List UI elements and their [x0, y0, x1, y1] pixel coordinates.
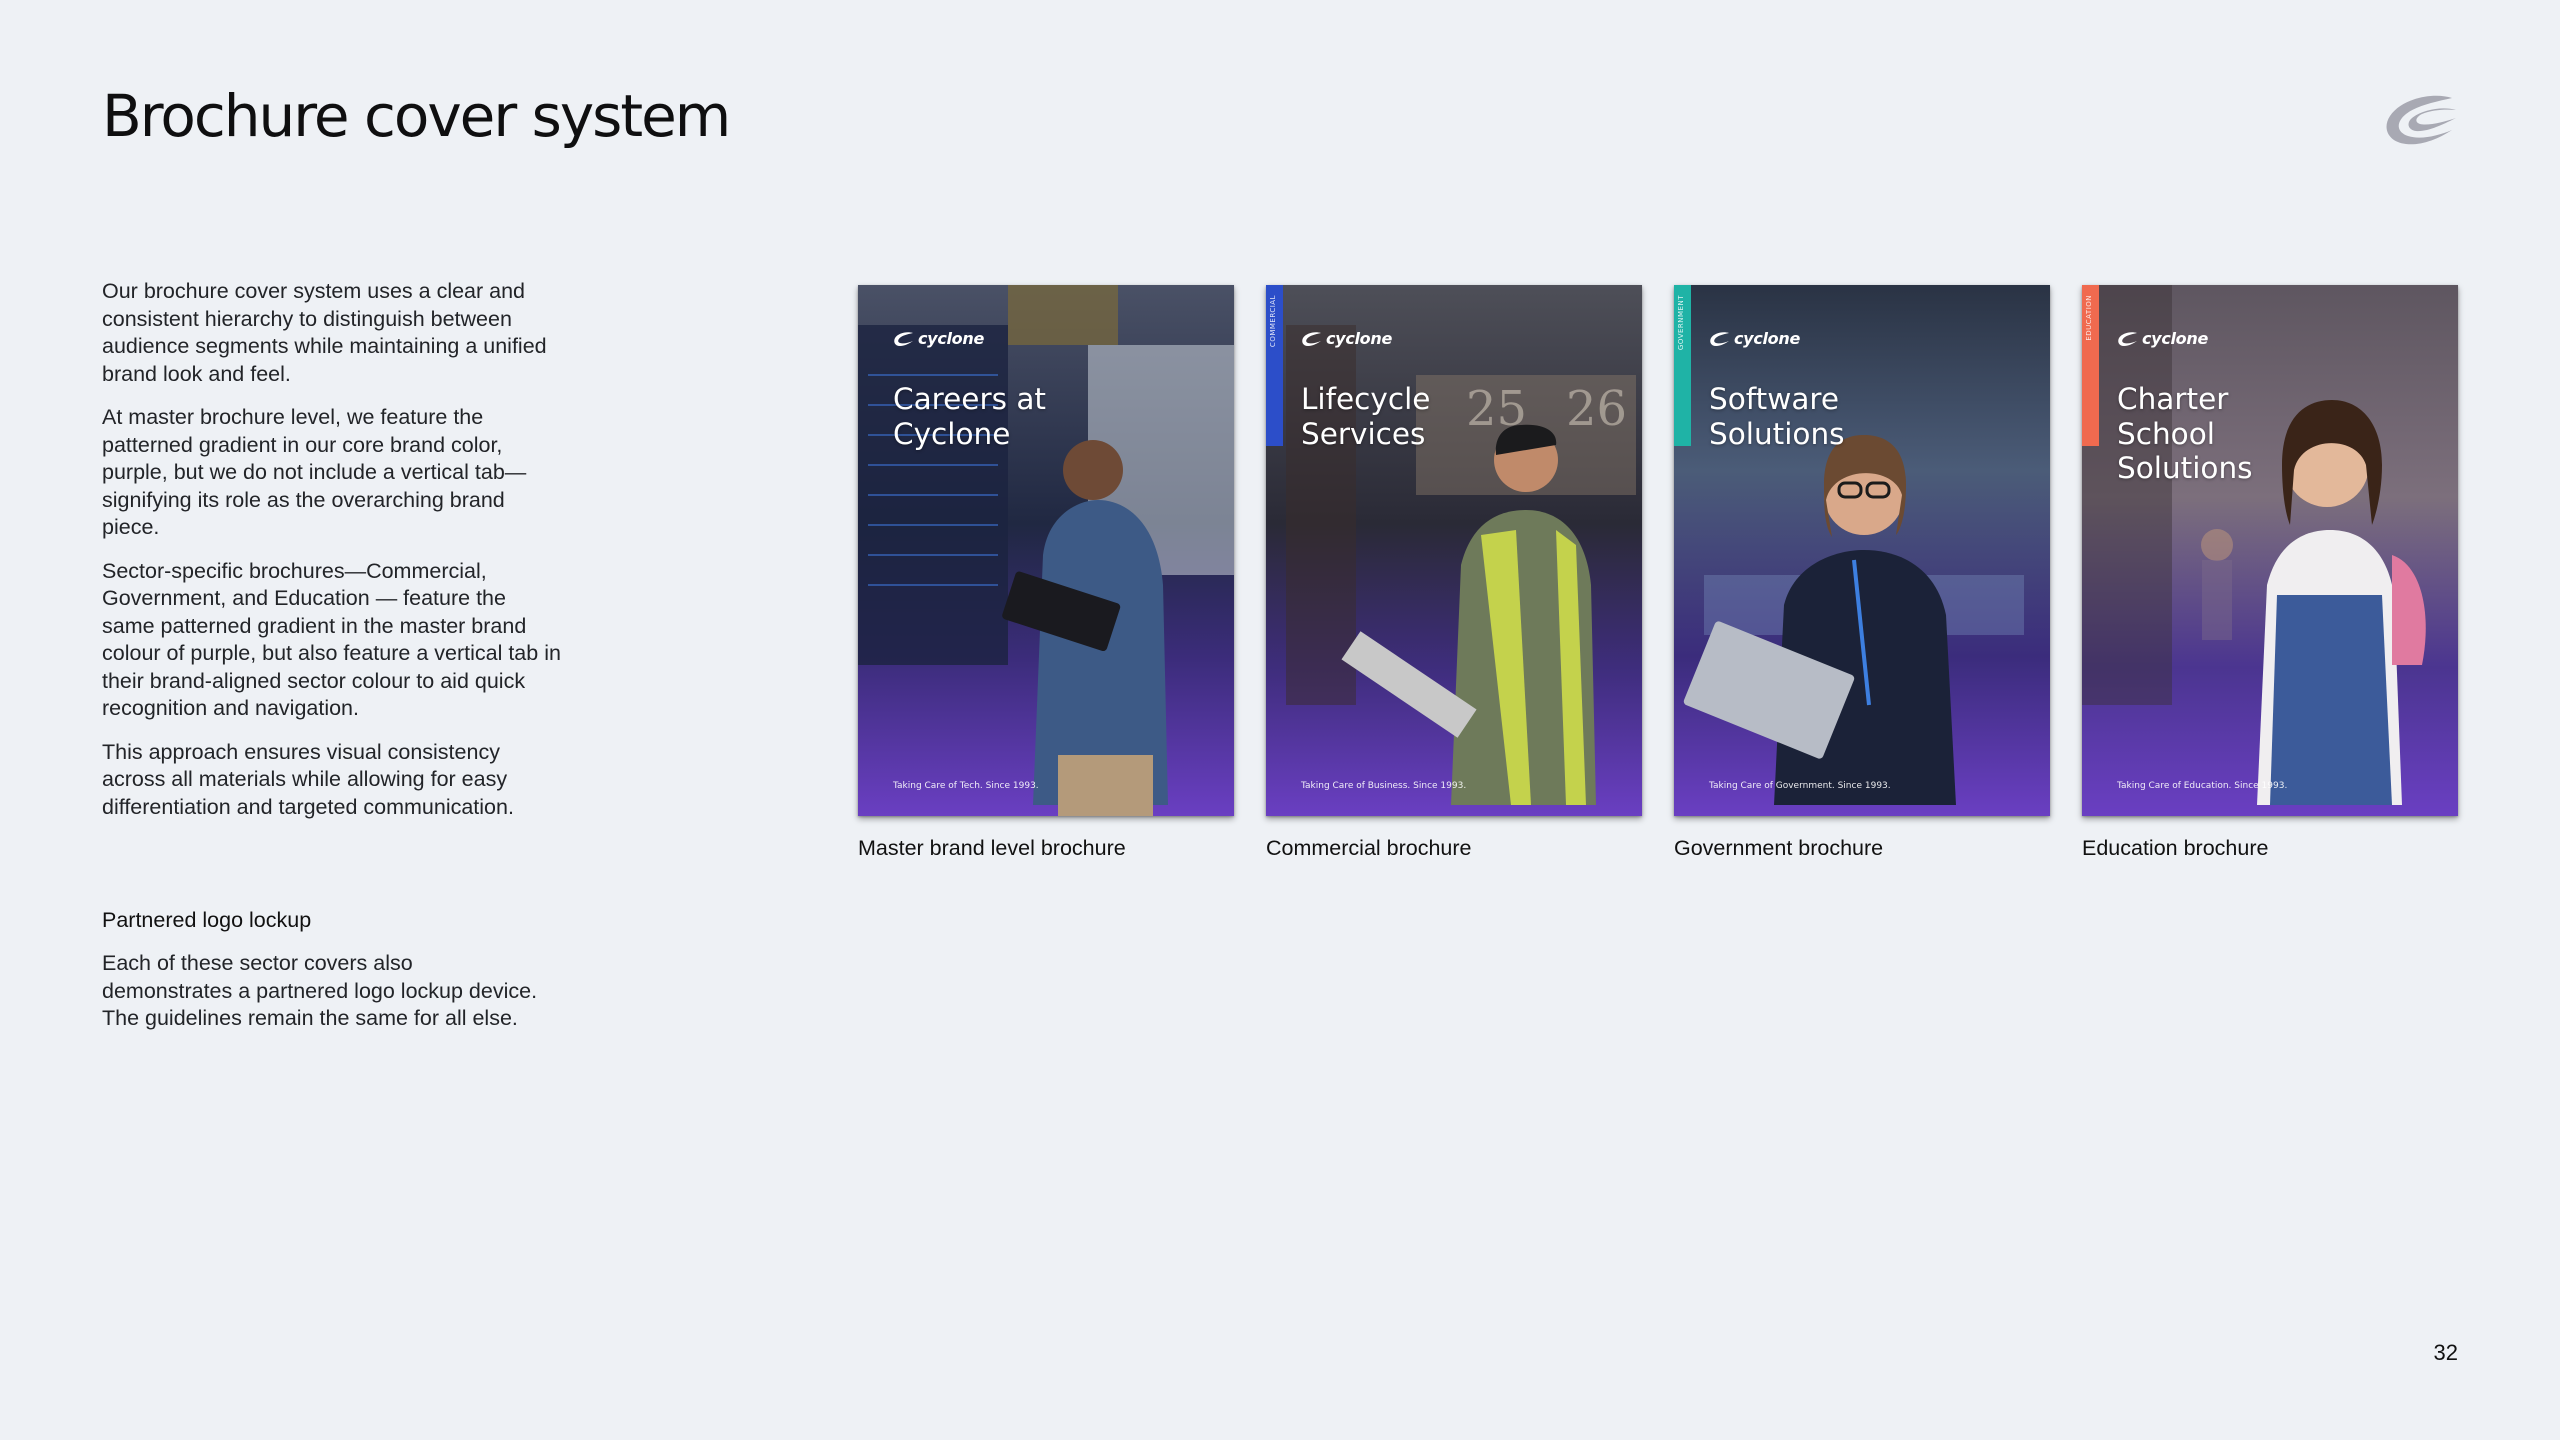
cover-tagline: Taking Care of Education. Since 1993.: [2117, 781, 2288, 791]
cover-logo-text: cyclone: [918, 329, 985, 348]
partnered-logo-heading: Partnered logo lockup: [102, 908, 312, 932]
sector-tab: EDUCATION: [2082, 285, 2099, 446]
partnered-logo-body: Each of these sector covers also demonst…: [102, 951, 538, 1030]
brochure-cover: cyclone Careers at Cyclone Taking Care o…: [858, 285, 1234, 816]
cover-title-line: Charter: [2117, 382, 2229, 416]
intro-paragraph: This approach ensures visual consistency…: [102, 739, 514, 819]
cover-photo-server-room: [858, 285, 1234, 816]
cover-title-line: Solutions: [2117, 451, 2253, 485]
cover-title-line: Careers at: [893, 382, 1046, 416]
brochure-card-government: GOVERNMENT cyclone Software Solutions Ta…: [1674, 285, 2050, 860]
brochure-card-education: EDUCATION cyclone Charter School Solutio…: [2082, 285, 2458, 860]
cyclone-swirl-icon: [1710, 331, 1729, 346]
brochure-caption: Master brand level brochure: [858, 836, 1126, 860]
cover-title-line: School: [2117, 416, 2215, 451]
cover-photo-warehouse: 25 26: [1266, 285, 1642, 816]
brochure-card-master: cyclone Careers at Cyclone Taking Care o…: [858, 285, 1234, 860]
sector-tab-label: EDUCATION: [2085, 295, 2093, 341]
sector-tab-label: GOVERNMENT: [1677, 295, 1685, 351]
brochure-caption: Commercial brochure: [1266, 836, 1472, 860]
cover-logo-text: cyclone: [1326, 329, 1393, 348]
cyclone-swirl-icon: [2118, 331, 2137, 346]
brochure-cover: EDUCATION cyclone Charter School Solutio…: [2082, 285, 2458, 816]
page-number: 32: [2433, 1340, 2458, 1365]
cover-logo: cyclone: [1301, 329, 1392, 348]
cover-logo-text: cyclone: [1734, 329, 1801, 348]
cover-title-line: Cyclone: [893, 416, 1011, 451]
sector-tab: COMMERCIAL: [1266, 285, 1283, 446]
page-title: Brochure cover system: [102, 82, 731, 150]
brochure-card-commercial: 25 26 COMMERCIAL cyclone Lifecycle Servi…: [1266, 285, 1642, 860]
cover-logo: cyclone: [893, 329, 984, 348]
cover-title: Careers at Cyclone: [893, 382, 1113, 451]
cover-title: Software Solutions: [1709, 382, 1929, 451]
cover-photo-school-hallway: [2082, 285, 2458, 816]
brochure-cover: 25 26 COMMERCIAL cyclone Lifecycle Servi…: [1266, 285, 1642, 816]
svg-text:26: 26: [1566, 381, 1627, 437]
cover-logo-text: cyclone: [2142, 329, 2209, 348]
cover-title-line: Software: [1709, 382, 1840, 416]
sector-tab-label: COMMERCIAL: [1269, 295, 1277, 348]
cyclone-swirl-icon: [1302, 331, 1321, 346]
cover-tagline: Taking Care of Tech. Since 1993.: [893, 781, 1039, 791]
cover-tagline: Taking Care of Business. Since 1993.: [1301, 781, 1467, 791]
cover-tagline: Taking Care of Government. Since 1993.: [1709, 781, 1891, 791]
intro-paragraph: At master brochure level, we feature the…: [102, 405, 527, 539]
cover-title-line: Services: [1301, 416, 1426, 451]
sector-tab: GOVERNMENT: [1674, 285, 1691, 446]
cover-logo: cyclone: [2117, 329, 2208, 348]
brochure-caption: Government brochure: [1674, 836, 1884, 860]
cyclone-swirl-icon: [2386, 95, 2456, 145]
cover-title: Charter School Solutions: [2117, 382, 2337, 486]
intro-paragraph: Sector-specific brochures—Commercial, Go…: [102, 558, 561, 721]
cover-title-line: Solutions: [1709, 416, 1845, 451]
cover-photo-office: [1674, 285, 2050, 816]
brochure-caption: Education brochure: [2082, 836, 2269, 860]
brochure-cover: GOVERNMENT cyclone Software Solutions Ta…: [1674, 285, 2050, 816]
intro-paragraph: Our brochure cover system uses a clear a…: [102, 279, 547, 386]
cover-title: Lifecycle Services: [1301, 382, 1521, 451]
cyclone-swirl-icon: [894, 331, 913, 346]
cover-title-line: Lifecycle: [1301, 382, 1431, 416]
intro-text: Our brochure cover system uses a clear a…: [102, 278, 562, 837]
cover-logo: cyclone: [1709, 329, 1800, 348]
